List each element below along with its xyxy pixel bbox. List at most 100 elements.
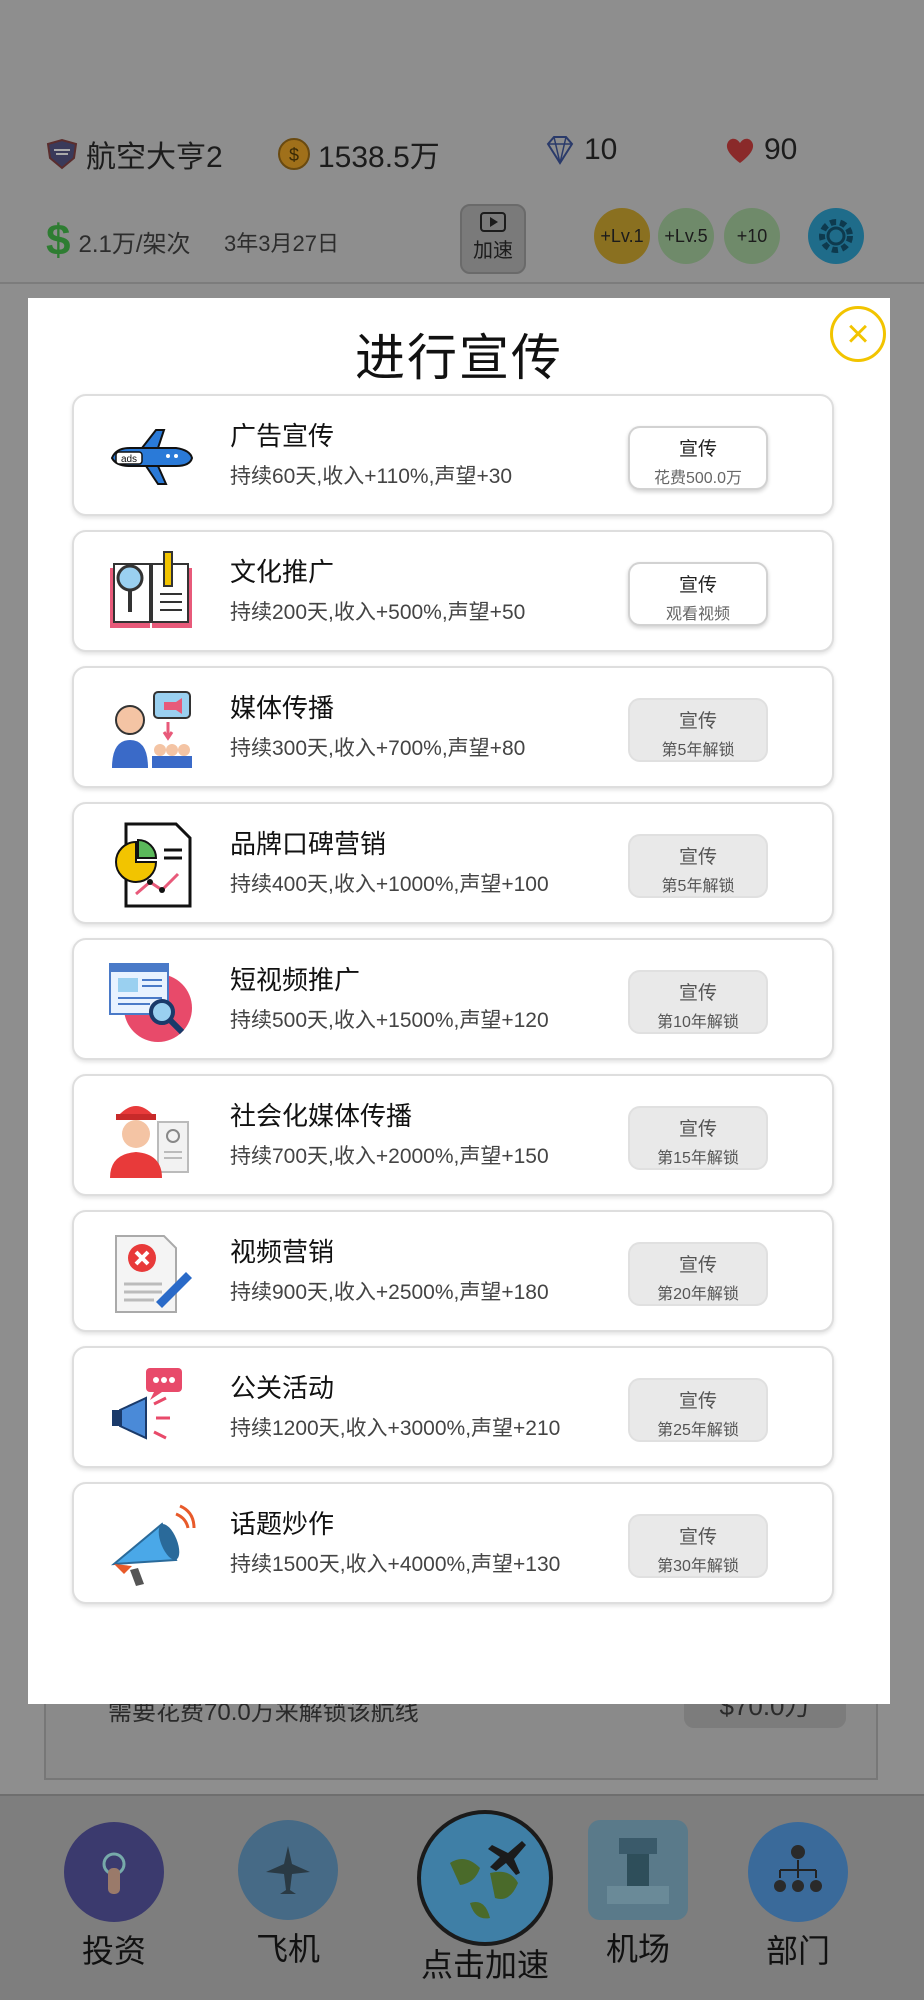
unlock-requirement: 第20年解锁 — [657, 1286, 739, 1303]
promote-label: 宣传 — [678, 1255, 717, 1276]
nav-invest-label: 投资 — [81, 1933, 146, 1969]
nav-invest[interactable]: 投资 — [58, 1822, 170, 1972]
promo-card-short-video: 短视频推广 持续500天,收入+1500%,声望+120 宣传 第10年解锁 — [72, 938, 834, 1060]
svg-text:ads: ads — [121, 454, 137, 465]
promote-button-locked[interactable]: 宣传 第25年解锁 — [628, 1378, 768, 1442]
globe-plane-icon — [417, 1810, 553, 1946]
promo-card-brand: 品牌口碑营销 持续400天,收入+1000%,声望+100 宣传 第5年解锁 — [72, 802, 834, 924]
promo-desc: 持续1500天,收入+4000%,声望+130 — [230, 1553, 561, 1576]
nav-department-label: 部门 — [765, 1933, 830, 1969]
speed-button[interactable]: 加速 — [460, 204, 526, 274]
media-speaker-icon — [112, 691, 192, 768]
promote-button[interactable]: 宣传 花费500.0万 — [628, 426, 768, 490]
close-button[interactable]: × — [830, 306, 886, 362]
ads-airplane-icon: ads — [110, 429, 194, 485]
game-date: 3年3月27日 — [224, 231, 339, 256]
promo-card-pr: 公关活动 持续1200天,收入+3000%,声望+210 宣传 第25年解锁 — [72, 1346, 834, 1468]
close-icon: × — [846, 312, 870, 356]
promote-button-locked[interactable]: 宣传 第30年解锁 — [628, 1514, 768, 1578]
unlock-requirement: 第5年解锁 — [661, 742, 735, 759]
unlock-requirement: 第10年解锁 — [657, 1014, 739, 1031]
boost-lv1-button[interactable]: +Lv.1 — [594, 208, 650, 264]
org-chart-icon — [748, 1822, 848, 1922]
megaphone-chat-icon — [112, 1368, 182, 1440]
nav-planes[interactable]: 飞机 — [238, 1820, 338, 1970]
coins-value: 1538.5万 — [318, 141, 440, 174]
promo-name: 媒体传播 — [230, 693, 335, 723]
unlock-requirement: 第25年解锁 — [657, 1422, 739, 1439]
boost-lv1-label: +Lv.1 — [600, 225, 644, 246]
promo-card-video-marketing: 视频营销 持续900天,收入+2500%,声望+180 宣传 第20年解锁 — [72, 1210, 834, 1332]
boost-lv5-label: +Lv.5 — [664, 225, 708, 246]
promote-button-locked[interactable]: 宣传 第15年解锁 — [628, 1106, 768, 1170]
nav-department[interactable]: 部门 — [748, 1822, 848, 1972]
income-rate-value: 2.1万/架次 — [78, 230, 191, 258]
promote-button-locked[interactable]: 宣传 第5年解锁 — [628, 698, 768, 762]
promote-label: 宣传 — [678, 711, 717, 732]
promote-label: 宣传 — [678, 1527, 717, 1548]
worker-id-icon — [110, 1106, 189, 1178]
promo-desc: 持续60天,收入+110%,声望+30 — [230, 465, 513, 488]
document-error-icon — [115, 1235, 192, 1313]
coins-stat: $ 1538.5万 — [276, 132, 440, 176]
promote-cost: 花费500.0万 — [653, 470, 743, 487]
promote-button[interactable]: 宣传 观看视频 — [628, 562, 768, 626]
unlock-requirement: 第5年解锁 — [661, 878, 735, 895]
promo-card-media: 媒体传播 持续300天,收入+700%,声望+80 宣传 第5年解锁 — [72, 666, 834, 788]
control-tower-icon — [588, 1820, 688, 1920]
hearts-value: 90 — [764, 133, 798, 166]
svg-text:$: $ — [289, 145, 299, 165]
heart-icon — [726, 138, 754, 163]
report-chart-icon — [115, 822, 192, 908]
boost-10-button[interactable]: +10 — [724, 208, 780, 264]
promote-button-locked[interactable]: 宣传 第10年解锁 — [628, 970, 768, 1034]
promote-label: 宣传 — [678, 1119, 717, 1140]
boost-lv5-button[interactable]: +Lv.5 — [658, 208, 714, 264]
boost-10-label: +10 — [736, 225, 768, 246]
promo-desc: 持续1200天,收入+3000%,声望+210 — [230, 1417, 561, 1440]
nav-tap-speed-label: 点击加速 — [420, 1947, 549, 1983]
megaphone-icon — [111, 1504, 196, 1586]
promo-desc: 持续300天,收入+700%,声望+80 — [230, 737, 526, 760]
promo-name: 视频营销 — [230, 1237, 335, 1267]
promo-card-ads: ads 广告宣传 持续60天,收入+110%,声望+30 宣传 花费500.0万 — [72, 394, 834, 516]
promo-name: 广告宣传 — [230, 421, 335, 451]
nav-airport[interactable]: 机场 — [588, 1820, 688, 1970]
nav-tap-speed[interactable]: 点击加速 — [400, 1810, 570, 1996]
company-name: 航空大亨2 — [86, 141, 223, 174]
promo-card-hype: 话题炒作 持续1500天,收入+4000%,声望+130 宣传 第30年解锁 — [72, 1482, 834, 1604]
promote-label: 宣传 — [678, 439, 717, 460]
dollar-icon: $ — [46, 216, 71, 265]
promo-name: 文化推广 — [230, 557, 335, 587]
promote-label: 宣传 — [678, 1391, 717, 1412]
hearts-stat: 90 — [722, 132, 797, 168]
video-play-icon — [480, 212, 506, 232]
promo-name: 公关活动 — [230, 1373, 335, 1403]
unlock-requirement: 第15年解锁 — [657, 1150, 739, 1167]
diamond-icon — [546, 136, 574, 165]
promote-label: 宣传 — [678, 847, 717, 868]
promote-label: 宣传 — [678, 983, 717, 1004]
company-stat: 航空大亨2 — [44, 132, 223, 176]
web-search-icon — [109, 963, 192, 1042]
book-magnifier-icon — [110, 551, 192, 628]
promo-name: 品牌口碑营销 — [230, 829, 387, 859]
promote-button-locked[interactable]: 宣传 第5年解锁 — [628, 834, 768, 898]
promo-desc: 持续200天,收入+500%,声望+50 — [230, 601, 526, 624]
jet-icon — [238, 1820, 338, 1920]
promote-cost: 观看视频 — [665, 606, 730, 623]
promo-desc: 持续500天,收入+1500%,声望+120 — [230, 1009, 549, 1032]
promote-button-locked[interactable]: 宣传 第20年解锁 — [628, 1242, 768, 1306]
unlock-requirement: 第30年解锁 — [657, 1558, 739, 1575]
promotion-modal: 进行宣传 × ads 广告宣传 持续60天,收入+110%,声望+30 宣传 花… — [28, 298, 890, 1704]
nav-planes-label: 飞机 — [255, 1931, 320, 1967]
promo-card-culture: 文化推广 持续200天,收入+500%,声望+50 宣传 观看视频 — [72, 530, 834, 652]
settings-button[interactable] — [808, 208, 864, 264]
promo-name: 话题炒作 — [230, 1509, 335, 1539]
promo-name: 短视频推广 — [230, 965, 361, 995]
promo-desc: 持续700天,收入+2000%,声望+150 — [230, 1145, 549, 1168]
speed-label: 加速 — [473, 240, 513, 262]
diamonds-stat: 10 — [542, 132, 617, 168]
promo-desc: 持续400天,收入+1000%,声望+100 — [230, 873, 549, 896]
promo-card-social: 社会化媒体传播 持续700天,收入+2000%,声望+150 宣传 第15年解锁 — [72, 1074, 834, 1196]
